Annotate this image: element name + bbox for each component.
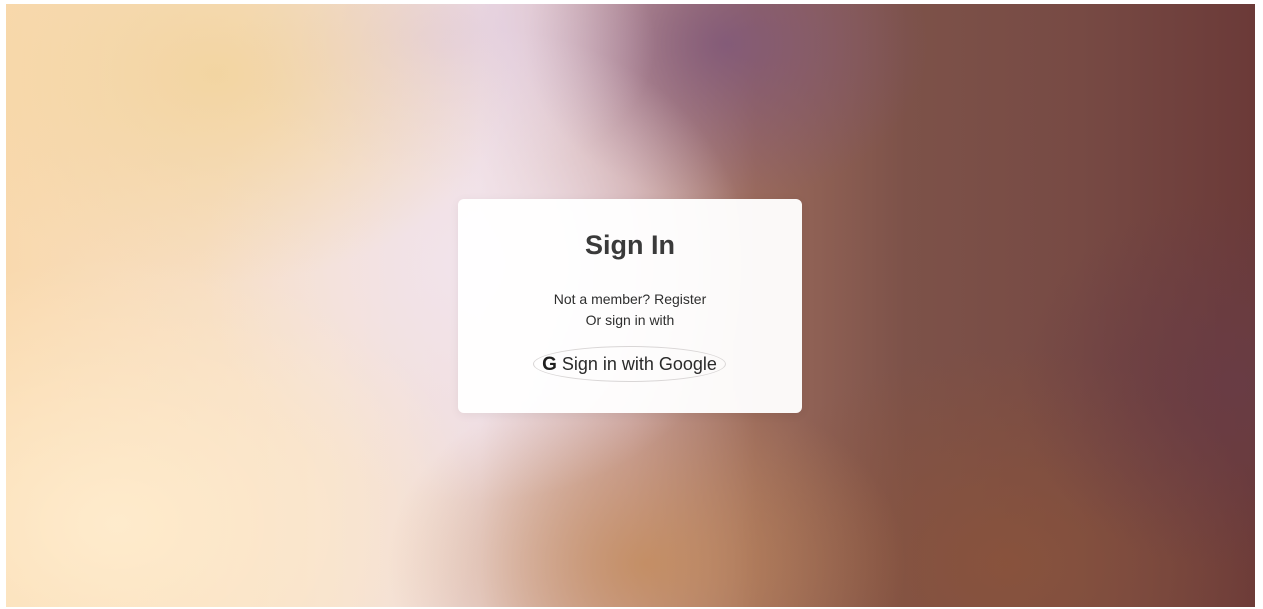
register-prompt: Not a member? Register (458, 291, 802, 307)
page-title: Sign In (585, 230, 675, 260)
register-link[interactable]: Register (654, 291, 706, 307)
not-member-text: Not a member? (553, 291, 655, 307)
background: Sign In Not a member? Register Or sign i… (6, 4, 1255, 607)
google-sign-in-button[interactable]: G Sign in with Google (533, 346, 726, 382)
google-sign-in-label: Sign in with Google (561, 354, 717, 374)
google-g-icon: G (542, 353, 557, 375)
or-sign-in-with-text: Or sign in with (585, 312, 675, 328)
sign-in-card: Sign In Not a member? Register Or sign i… (458, 199, 802, 413)
